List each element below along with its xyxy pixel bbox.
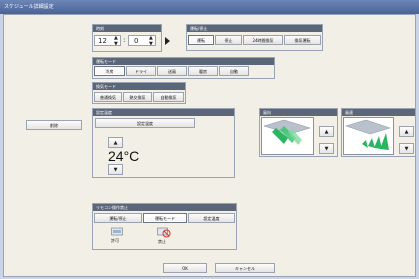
vent-auto-button[interactable]: 自動換気: [153, 92, 184, 102]
airflow-up-button[interactable]: ▲: [319, 126, 334, 137]
delete-button[interactable]: 削除: [26, 120, 82, 130]
vent-normal-button[interactable]: 普通換気: [94, 92, 122, 102]
remote-op-mode-button[interactable]: 運転モード: [143, 213, 187, 223]
temp-down-button[interactable]: ▼: [108, 164, 123, 175]
airflow-image: [261, 117, 314, 155]
remote-allow-icon: [111, 227, 123, 237]
fanspeed-level-icon: [345, 119, 391, 150]
airflow-down-button[interactable]: ▼: [319, 143, 334, 154]
fanspeed-down-button[interactable]: ▼: [399, 143, 414, 154]
remote-prohibit-header: リモコン操作禁止: [93, 204, 236, 211]
minute-value: 0: [134, 37, 139, 45]
down-arrow-icon: ▼: [404, 146, 409, 152]
setpoint-header: 設定温度: [93, 109, 234, 116]
cancel-button[interactable]: キャンセル: [215, 263, 275, 273]
up-arrow-icon: ▲: [404, 129, 409, 135]
vent-heat-exchange-button[interactable]: 熱交換気: [123, 92, 152, 102]
fanspeed-up-button[interactable]: ▲: [399, 126, 414, 137]
minute-spinner[interactable]: 0 ▲ ▼: [128, 35, 156, 47]
remote-prohibit-icon: [157, 227, 171, 238]
temp-up-button[interactable]: ▲: [108, 137, 123, 148]
remote-allow-label: 許可: [111, 238, 119, 243]
remote-run-stop-button[interactable]: 運転/停止: [94, 213, 142, 223]
ok-button[interactable]: OK: [163, 263, 207, 273]
24h-vent-button[interactable]: 24時間換気: [243, 35, 283, 45]
mode-heat-button[interactable]: 暖房: [188, 66, 218, 76]
play-arrow-icon: [165, 37, 170, 45]
down-arrow-icon: ▼: [324, 146, 329, 152]
temperature-value: 24°C: [108, 148, 140, 164]
time-header: 時刻: [93, 25, 161, 32]
stop-button[interactable]: 停止: [215, 35, 242, 45]
window-title: スケジュール詳細設定: [0, 0, 419, 14]
hour-down-arrow-icon[interactable]: ▼: [114, 41, 118, 47]
remote-setpoint-button[interactable]: 設定温度: [188, 213, 235, 223]
up-arrow-icon: ▲: [324, 129, 329, 135]
down-arrow-icon: ▼: [113, 167, 118, 173]
airflow-header: 風向: [260, 109, 337, 116]
mode-cool-button[interactable]: 冷房: [94, 66, 125, 76]
remote-prohibit-label: 禁止: [158, 239, 166, 244]
run-button[interactable]: 運転: [188, 35, 214, 45]
minute-down-arrow-icon[interactable]: ▼: [149, 41, 153, 47]
op-mode-header: 運転モード: [93, 58, 274, 65]
mode-dry-button[interactable]: ドライ: [126, 66, 156, 76]
vent-mode-header: 換気モード: [93, 83, 185, 90]
setpoint-label: 設定温度: [95, 118, 195, 128]
hour-spinner[interactable]: 12 ▲ ▼: [94, 35, 121, 47]
time-separator: :: [123, 36, 126, 44]
run-stop-header: 運転/停止: [187, 25, 322, 32]
up-arrow-icon: ▲: [113, 140, 118, 146]
vent-run-button[interactable]: 換気運転: [284, 35, 321, 45]
airflow-direction-icon: [263, 119, 311, 145]
hour-value: 12: [98, 37, 107, 45]
fanspeed-image: [343, 117, 394, 155]
mode-fan-button[interactable]: 送風: [157, 66, 187, 76]
fanspeed-header: 風速: [342, 109, 415, 116]
mode-auto-button[interactable]: 自動: [219, 66, 249, 76]
